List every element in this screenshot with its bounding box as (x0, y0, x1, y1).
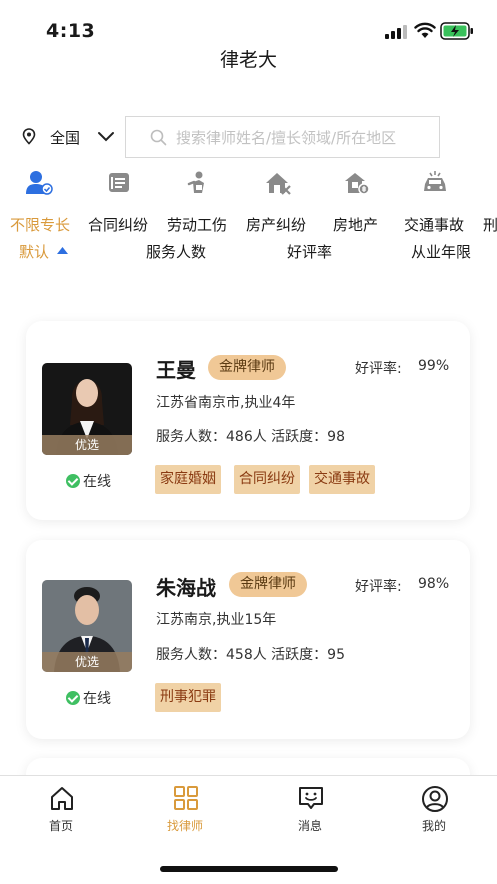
online-status-label: 在线 (83, 691, 111, 707)
gold-lawyer-badge: 金牌律师 (208, 355, 286, 380)
sort-years[interactable]: 从业年限 (411, 241, 471, 262)
tab-find-lawyer[interactable]: 找律师 (167, 817, 203, 834)
tab-profile[interactable]: 我的 (422, 817, 446, 834)
lawyer-card[interactable]: 优选 在线 朱海战 金牌律师 好评率: 98% 江苏南京,执业15年 服务人数：… (26, 540, 470, 739)
find-lawyer-icon[interactable] (173, 785, 199, 811)
avatar: 优选 (42, 580, 132, 672)
tab-messages[interactable]: 消息 (298, 817, 322, 834)
house-dispute-icon (266, 173, 291, 195)
status-time: 4:13 (46, 20, 96, 42)
lawyer-card[interactable]: 优选 在线 王曼 金牌律师 好评率: 99% 江苏省南京市,执业4年 服务人数：… (26, 321, 470, 520)
category-unlimited[interactable]: 不限专长 (10, 214, 70, 235)
lawyer-stats: 服务人数：458人 活跃度：95 (156, 647, 345, 663)
specialty-tag: 交通事故 (309, 465, 375, 494)
home-indicator (160, 866, 338, 872)
chevron-down-icon[interactable] (97, 131, 115, 143)
lawyer-name: 朱海战 (156, 576, 216, 600)
check-circle-icon (66, 691, 80, 705)
page-title: 律老大 (219, 49, 277, 71)
tab-home[interactable]: 首页 (49, 817, 73, 834)
labor-injury-icon (187, 171, 204, 193)
online-status: 在线 (66, 688, 111, 708)
lawyer-all-icon (26, 171, 53, 195)
category-labor[interactable]: 劳动工伤 (167, 214, 227, 235)
sort-rating[interactable]: 好评率 (287, 241, 332, 262)
rating-label: 好评率: (355, 579, 402, 595)
specialty-tag: 家庭婚姻 (155, 465, 221, 494)
sort-default[interactable]: 默认 (19, 241, 49, 262)
cellular-signal-icon (385, 25, 407, 39)
specialty-tag: 合同纠纷 (234, 465, 300, 494)
specialty-tag: 刑事犯罪 (155, 683, 221, 712)
contract-icon (109, 173, 129, 192)
home-icon[interactable] (49, 785, 75, 811)
check-circle-icon (66, 474, 80, 488)
wifi-icon (414, 22, 436, 38)
avatar: 优选 (42, 363, 132, 455)
search-icon (150, 129, 167, 146)
category-traffic[interactable]: 交通事故 (404, 214, 464, 235)
lawyer-location: 江苏南京,执业15年 (156, 612, 277, 628)
lawyer-location: 江苏省南京市,执业4年 (156, 395, 296, 411)
category-contract[interactable]: 合同纠纷 (88, 214, 148, 235)
category-real-estate[interactable]: 房地产 (333, 214, 378, 235)
real-estate-icon (345, 173, 370, 195)
lawyer-stats: 服务人数：486人 活跃度：98 (156, 429, 345, 445)
region-selector[interactable]: 全国 (50, 127, 80, 148)
category-house-dispute[interactable]: 房产纠纷 (246, 214, 306, 235)
preferred-tag: 优选 (42, 652, 132, 672)
lawyer-name: 王曼 (156, 358, 196, 382)
message-icon[interactable] (297, 785, 325, 811)
car-accident-icon (424, 171, 446, 191)
battery-charging-icon (440, 22, 473, 40)
search-placeholder: 搜索律师姓名/擅长领域/所在地区 (176, 129, 397, 147)
online-status: 在线 (66, 471, 111, 491)
rating-label: 好评率: (355, 361, 402, 377)
sort-up-icon (57, 247, 68, 254)
preferred-tag: 优选 (42, 435, 132, 455)
category-criminal-partial[interactable]: 刑 (483, 214, 497, 235)
rating-value: 98% (418, 576, 450, 592)
rating-value: 99% (418, 358, 450, 374)
profile-icon[interactable] (421, 785, 449, 813)
location-pin-icon[interactable] (22, 128, 36, 145)
sort-service-count[interactable]: 服务人数 (146, 241, 206, 262)
online-status-label: 在线 (83, 474, 111, 490)
gold-lawyer-badge: 金牌律师 (229, 572, 307, 597)
